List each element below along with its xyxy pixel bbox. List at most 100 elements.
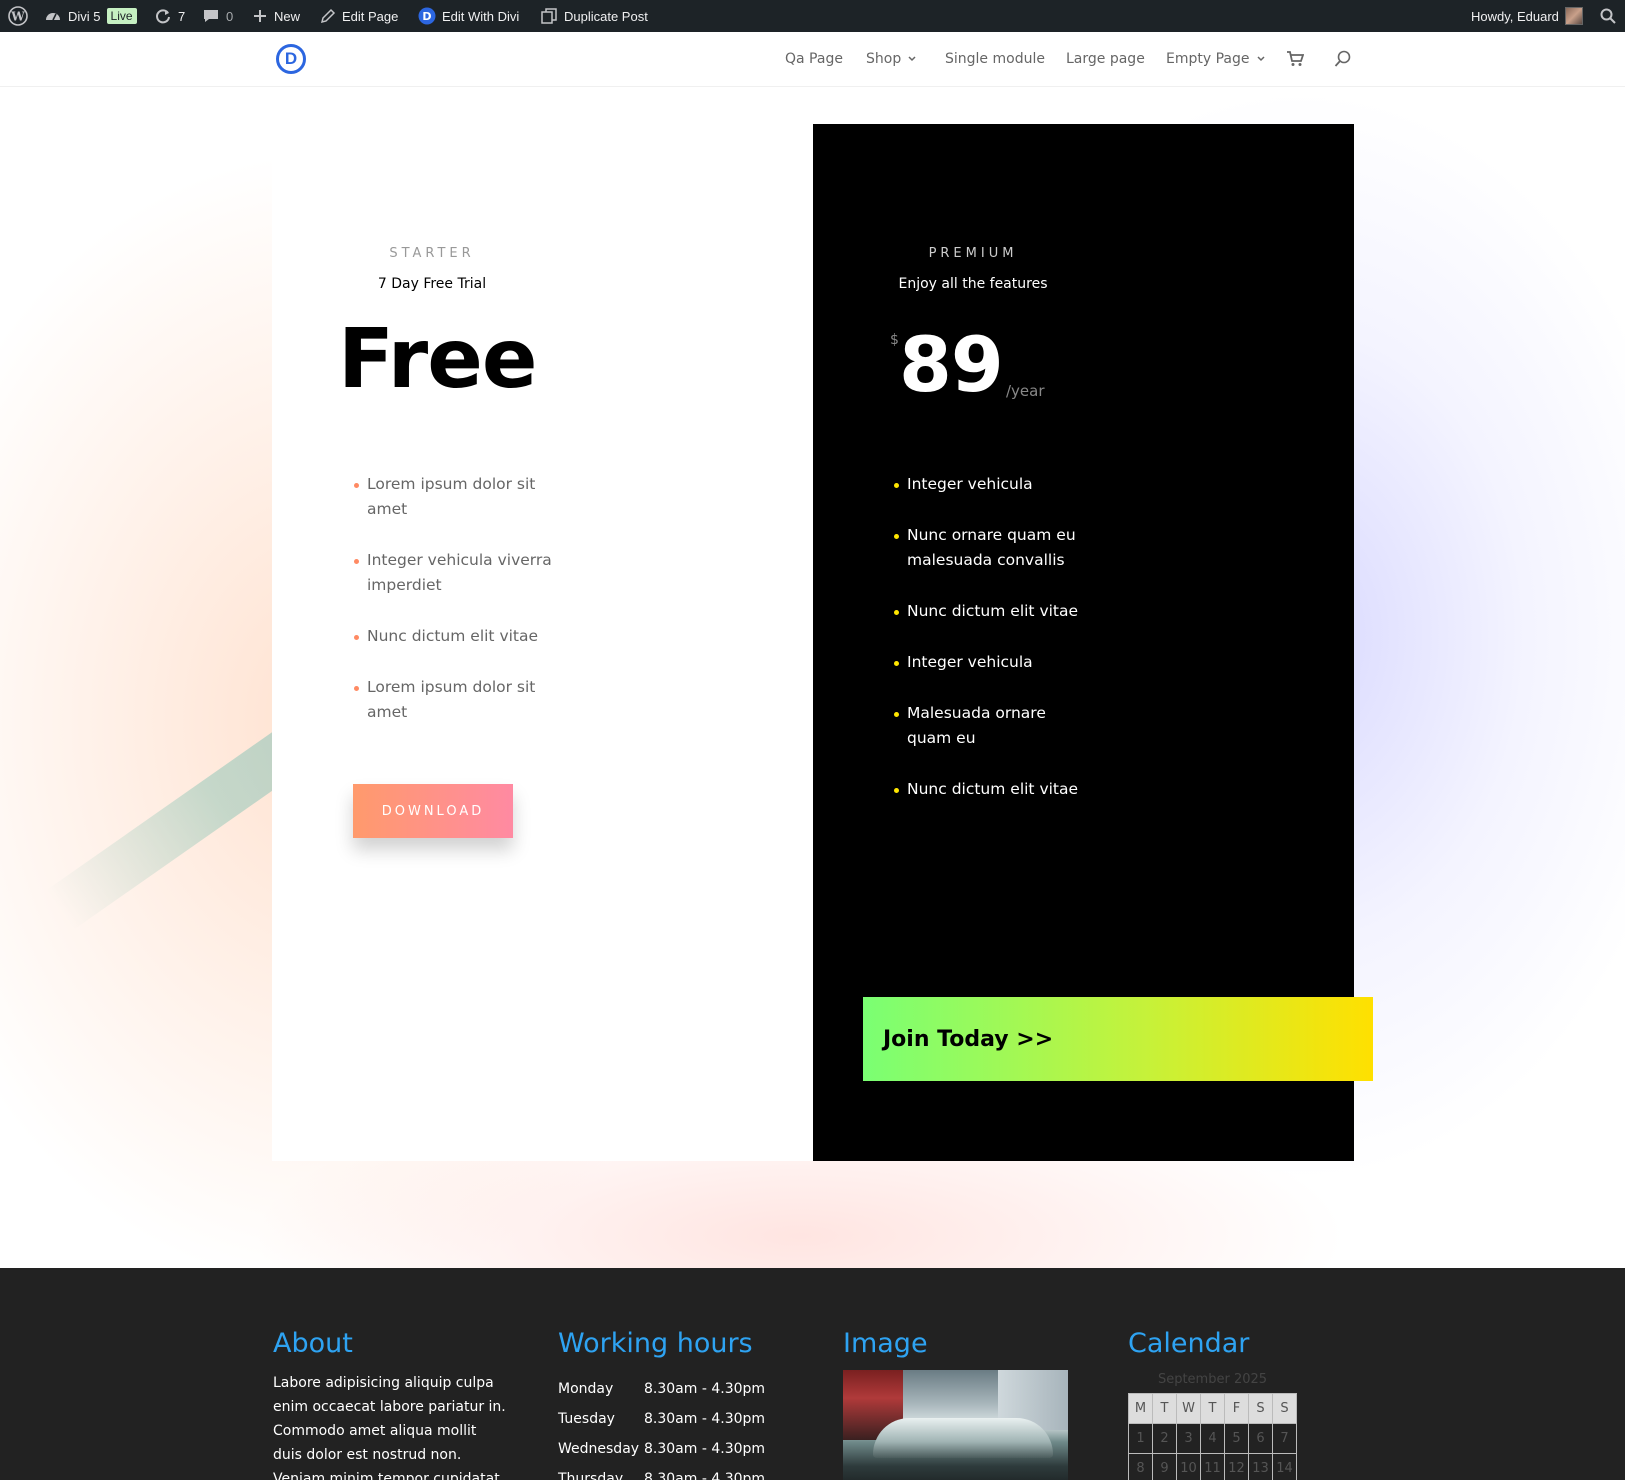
calendar-title: Calendar [1128, 1328, 1250, 1359]
calendar-day: 13 [1248, 1453, 1273, 1480]
list-item: Nunc dictum elit vitae [353, 624, 553, 649]
admin-search-icon[interactable] [1600, 0, 1616, 32]
calendar-day: 10 [1176, 1453, 1201, 1480]
hours-time: 8.30am - 4.30pm [644, 1411, 766, 1427]
live-badge: Live [106, 8, 137, 24]
starter-price: Free [338, 312, 537, 407]
weekday-header: F [1224, 1393, 1249, 1424]
nav-item-empty-page[interactable]: Empty Page [1166, 32, 1266, 86]
hours-time: 8.30am - 4.30pm [644, 1441, 766, 1457]
hours-row: Thursday 8.30am - 4.30pm [558, 1471, 765, 1480]
hours-time: 8.30am - 4.30pm [644, 1471, 766, 1480]
hours-day: Thursday [558, 1471, 624, 1480]
nav-item-shop[interactable]: Shop [866, 32, 917, 86]
premium-subtitle: Enjoy all the features [898, 276, 1048, 292]
premium-feature-list: Integer vehicula Nunc ornare quam eu mal… [893, 472, 1093, 828]
duplicate-icon [541, 8, 557, 24]
premium-price: 89 [899, 320, 1004, 409]
plus-icon [254, 10, 266, 22]
calendar-day: 14 [1272, 1453, 1297, 1480]
site-logo[interactable]: D [276, 44, 306, 74]
cart-icon[interactable] [1286, 32, 1304, 86]
about-title: About [273, 1328, 353, 1359]
comments-menu[interactable]: 0 [202, 0, 233, 32]
premium-label: PREMIUM [928, 246, 1018, 261]
hours-day: Wednesday [558, 1441, 640, 1457]
join-today-button[interactable]: Join Today >> [863, 997, 1373, 1081]
image-title: Image [843, 1328, 928, 1359]
photo-detail [873, 1418, 1053, 1458]
hours-day: Monday [558, 1381, 614, 1397]
duplicate-post-label: Duplicate Post [564, 8, 648, 24]
starter-label: STARTER [389, 246, 475, 261]
greeting: Howdy, Eduard [1471, 8, 1559, 24]
hours-row: Monday 8.30am - 4.30pm [558, 1381, 765, 1397]
calendar-day: 7 [1272, 1423, 1297, 1454]
list-item: Lorem ipsum dolor sit amet [353, 675, 553, 725]
site-header: D Qa Page Shop Single module Large page … [0, 32, 1625, 86]
new-label: New [274, 8, 301, 24]
pricing-section: STARTER 7 Day Free Trial Free Lorem ipsu… [0, 86, 1625, 1268]
weekday-header: S [1248, 1393, 1273, 1424]
svg-text:D: D [422, 10, 431, 23]
hours-time: 8.30am - 4.30pm [644, 1381, 766, 1397]
weekday-header: M [1128, 1393, 1153, 1424]
weekday-header: T [1152, 1393, 1177, 1424]
calendar-day: 5 [1224, 1423, 1249, 1454]
footer: About Labore adipisicing aliquip culpa e… [0, 1268, 1625, 1480]
calendar-week-row: 8 9 10 11 12 13 14 [1128, 1453, 1297, 1480]
nav-label: Single module [945, 51, 1045, 67]
currency-symbol: $ [890, 332, 899, 348]
calendar-day: 12 [1224, 1453, 1249, 1480]
list-item: Integer vehicula [893, 472, 1093, 497]
calendar-header-row: M T W T F S S [1128, 1393, 1297, 1424]
site-menu[interactable]: Divi 5 Live [44, 0, 137, 32]
divi-logo-icon: D [418, 7, 436, 25]
list-item: Lorem ipsum dolor sit amet [353, 472, 553, 522]
calendar-day: 6 [1248, 1423, 1273, 1454]
nav-label: Large page [1066, 51, 1145, 67]
list-item: Nunc dictum elit vitae [893, 777, 1093, 802]
updates-count: 7 [178, 8, 186, 24]
calendar-day: 4 [1200, 1423, 1225, 1454]
hours-day: Tuesday [558, 1411, 615, 1427]
nav-label: Shop [866, 51, 902, 67]
comments-count: 0 [226, 8, 234, 24]
hours-row: Tuesday 8.30am - 4.30pm [558, 1411, 765, 1427]
working-hours-title: Working hours [558, 1328, 753, 1359]
footer-photo[interactable] [843, 1370, 1068, 1480]
account-menu[interactable]: Howdy, Eduard [1471, 0, 1583, 32]
calendar-table: M T W T F S S 1 2 3 4 5 6 7 8 9 10 11 12… [1128, 1393, 1297, 1480]
duplicate-post-link[interactable]: Duplicate Post [540, 0, 648, 32]
new-content-menu[interactable]: New [252, 0, 300, 32]
edit-page-link[interactable]: Edit Page [320, 0, 398, 32]
starter-feature-list: Lorem ipsum dolor sit amet Integer vehic… [353, 472, 553, 751]
nav-item-single-module[interactable]: Single module [945, 32, 1045, 86]
download-button[interactable]: DOWNLOAD [353, 784, 513, 838]
calendar-day: 3 [1176, 1423, 1201, 1454]
updates-menu[interactable]: 7 [154, 0, 185, 32]
pencil-icon [320, 8, 336, 24]
list-item: Malesuada ornare quam eu [893, 701, 1093, 751]
chevron-down-icon [908, 56, 916, 62]
nav-item-qa-page[interactable]: Qa Page [785, 32, 843, 86]
dashboard-icon [46, 13, 60, 21]
chevron-down-icon [1256, 56, 1265, 62]
edit-with-divi-label: Edit With Divi [442, 8, 520, 24]
svg-text:W: W [10, 10, 25, 24]
nav-item-large-page[interactable]: Large page [1066, 32, 1145, 86]
list-item: Integer vehicula viverra imperdiet [353, 548, 553, 598]
search-icon[interactable] [1334, 32, 1352, 86]
weekday-header: S [1272, 1393, 1297, 1424]
list-item: Nunc ornare quam eu malesuada convallis [893, 523, 1093, 573]
starter-pricing-card: STARTER 7 Day Free Trial Free Lorem ipsu… [272, 124, 813, 1161]
comment-icon [204, 10, 218, 22]
calendar-day: 9 [1152, 1453, 1177, 1480]
wordpress-logo-icon[interactable]: W [8, 0, 28, 32]
list-item: Integer vehicula [893, 650, 1093, 675]
hours-row: Wednesday 8.30am - 4.30pm [558, 1441, 765, 1457]
list-item: Nunc dictum elit vitae [893, 599, 1093, 624]
calendar-caption: September 2025 [1157, 1372, 1268, 1387]
calendar-day: 11 [1200, 1453, 1225, 1480]
edit-with-divi-link[interactable]: D Edit With Divi [418, 0, 519, 32]
